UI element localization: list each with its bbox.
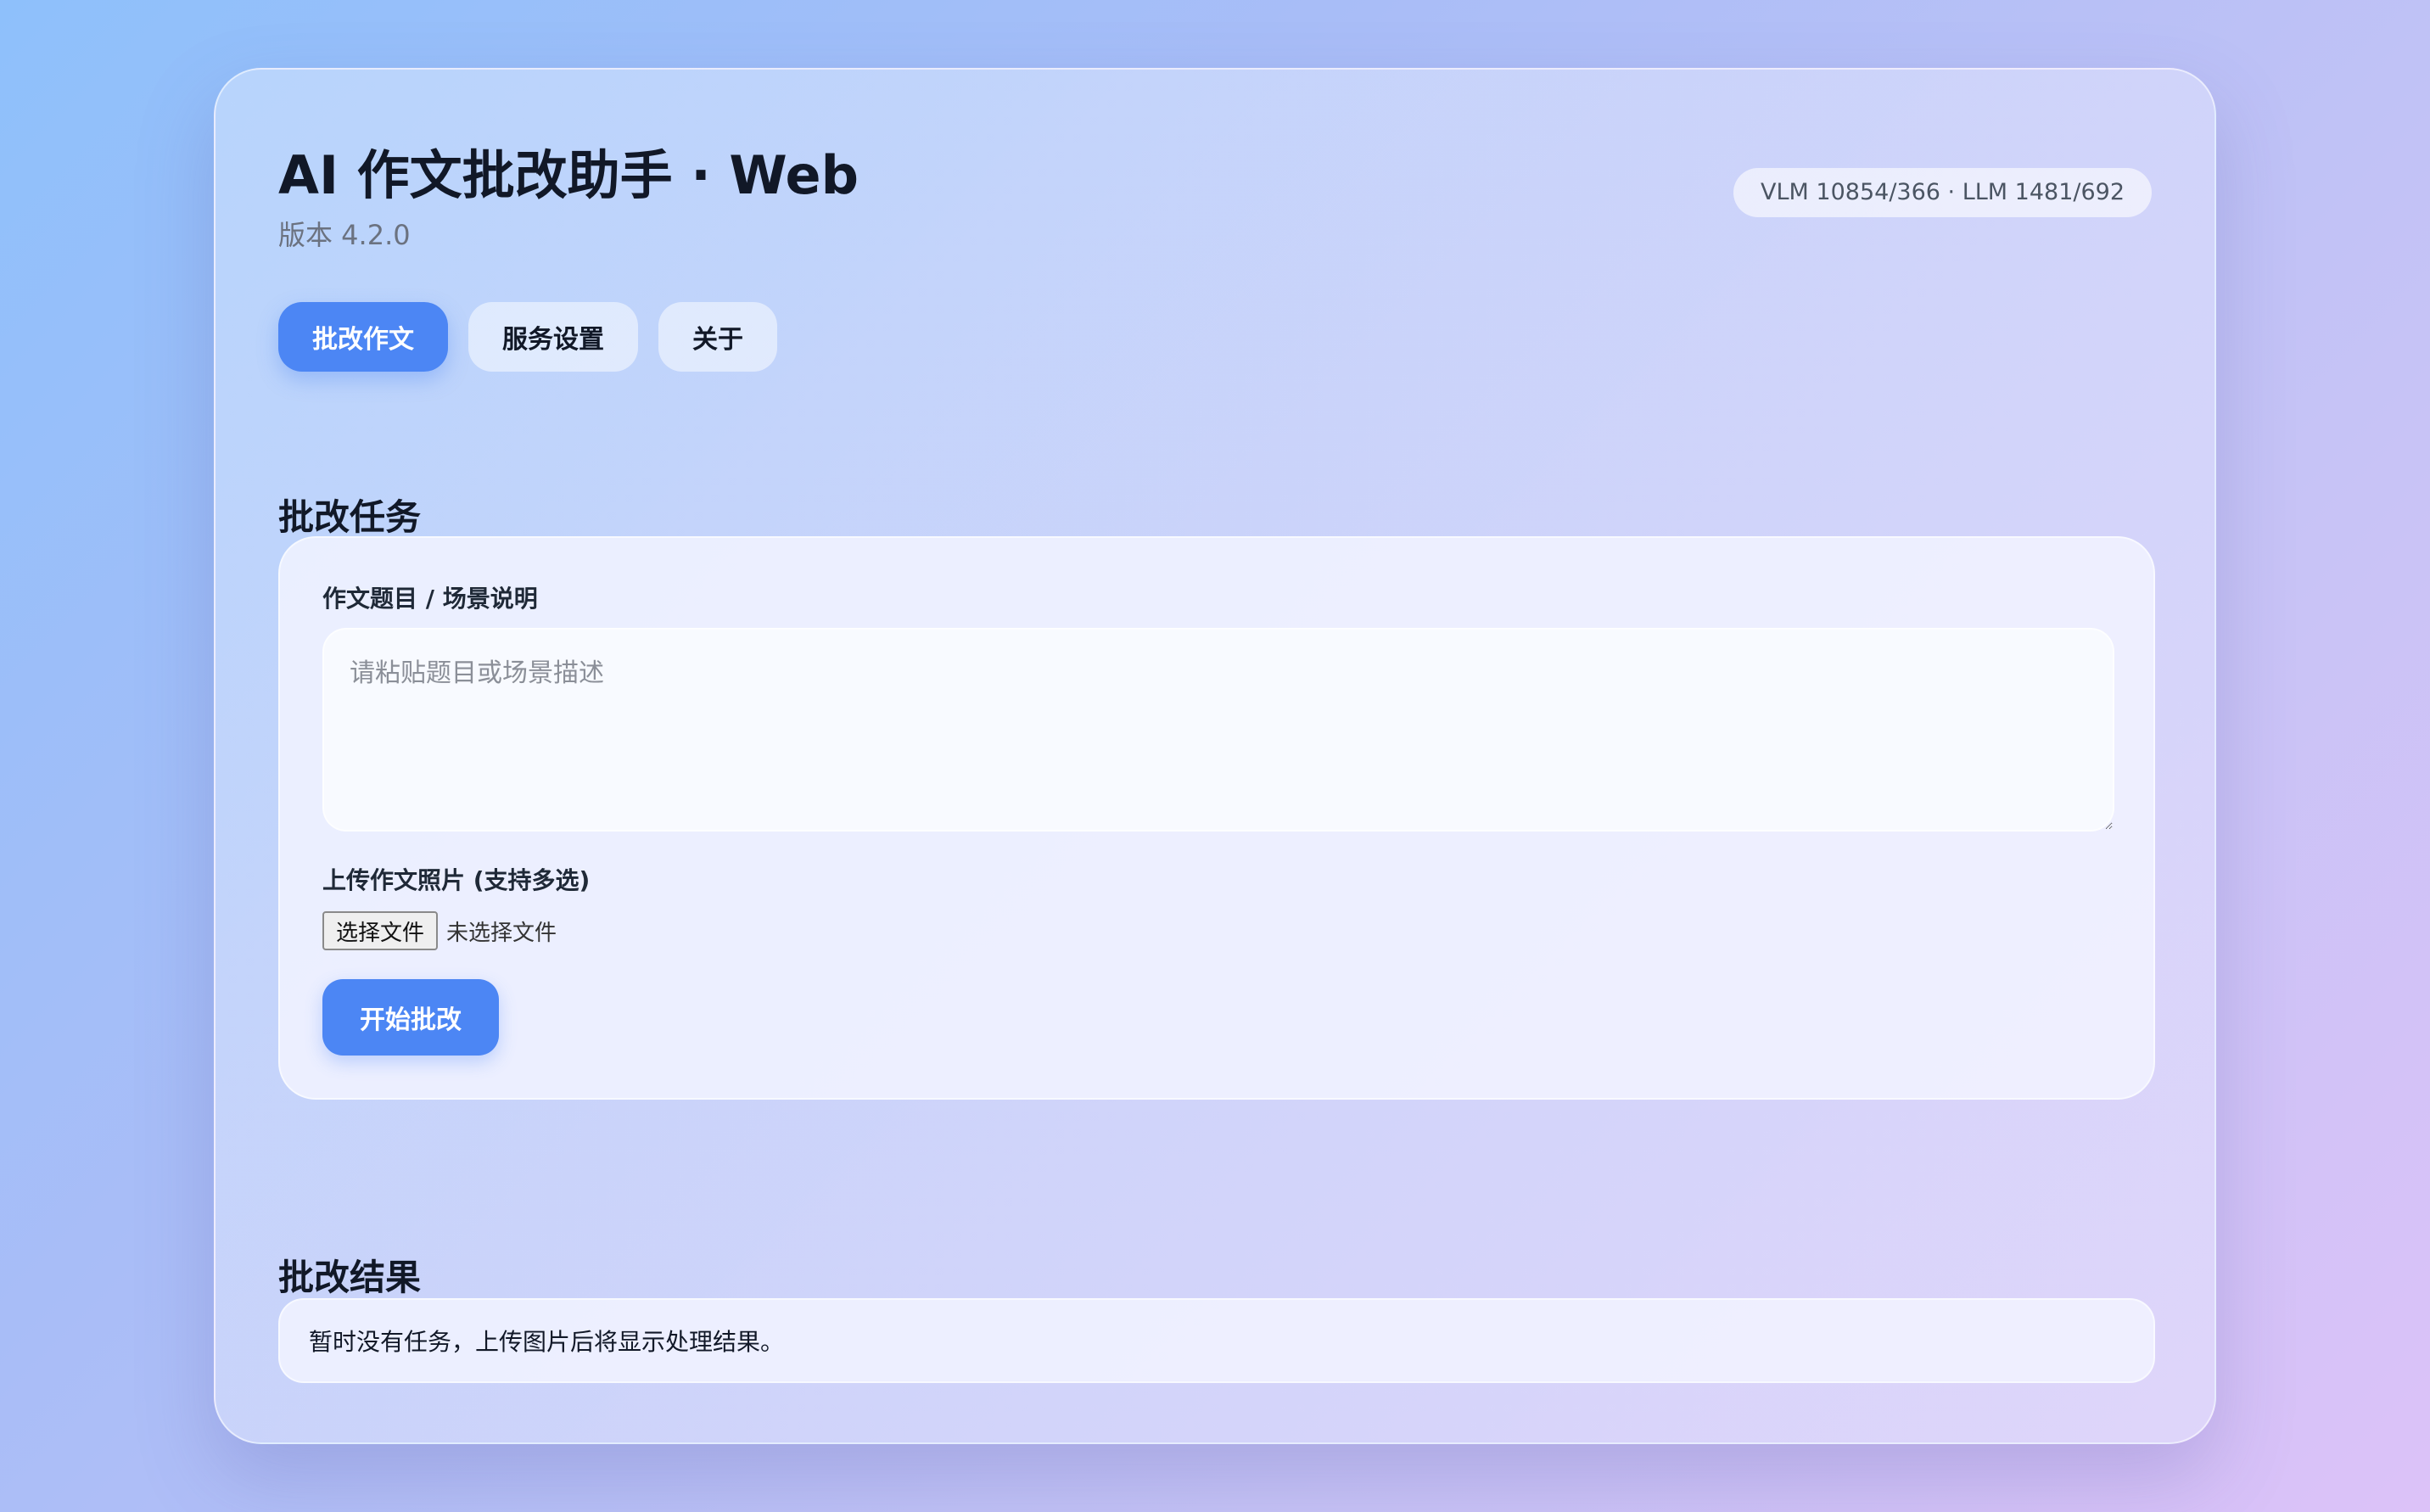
file-status: 未选择文件 (446, 920, 557, 946)
result-section-title: 批改结果 (278, 1257, 422, 1298)
result-card: 暂时没有任务，上传图片后将显示处理结果。 (278, 1298, 2155, 1383)
tab-about[interactable]: 关于 (658, 302, 777, 372)
topic-input[interactable] (322, 628, 2114, 832)
tab-grade-essay[interactable]: 批改作文 (278, 302, 448, 372)
file-picker: 选择文件 未选择文件 (322, 911, 557, 950)
choose-file-button[interactable]: 选择文件 (322, 911, 439, 950)
task-card: 作文题目 / 场景说明 上传作文照片 (支持多选) 选择文件 未选择文件 开始批… (278, 536, 2155, 1100)
tab-service-settings[interactable]: 服务设置 (468, 302, 638, 372)
topic-label: 作文题目 / 场景说明 (322, 585, 538, 613)
result-empty-message: 暂时没有任务，上传图片后将显示处理结果。 (309, 1328, 785, 1356)
task-section-title: 批改任务 (278, 496, 422, 538)
start-grading-button[interactable]: 开始批改 (322, 979, 499, 1056)
app-window: AI 作文批改助手 · Web 版本 4.2.0 VLM 10854/366 ·… (214, 68, 2216, 1444)
app-version: 版本 4.2.0 (278, 219, 411, 251)
usage-badge: VLM 10854/366 · LLM 1481/692 (1733, 168, 2152, 217)
app-title: AI 作文批改助手 · Web (278, 144, 859, 206)
tab-bar: 批改作文 服务设置 关于 (278, 302, 777, 372)
upload-label: 上传作文照片 (支持多选) (322, 866, 591, 894)
